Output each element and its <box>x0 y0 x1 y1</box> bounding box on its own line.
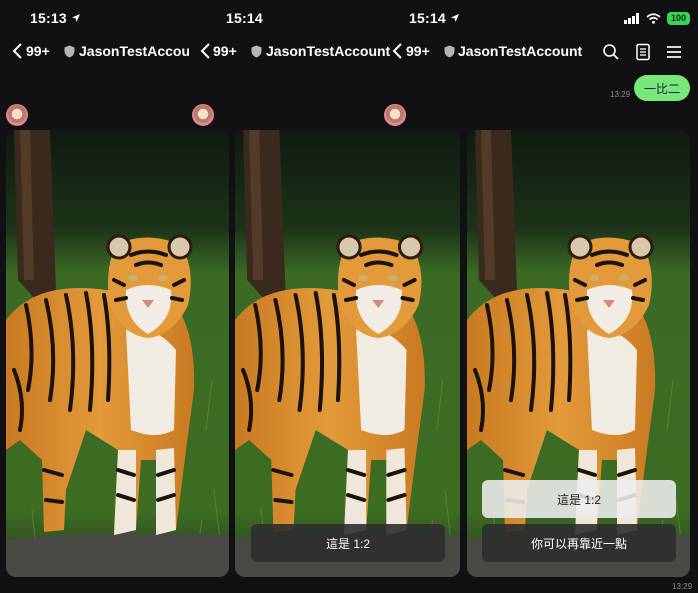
account-name[interactable]: JasonTestAccoun <box>79 43 189 59</box>
status-bar: 15:14 100 <box>409 0 698 36</box>
location-arrow-icon <box>71 13 81 23</box>
menu-icon[interactable] <box>665 43 683 61</box>
system-icons: 100 <box>623 12 690 25</box>
unread-count[interactable]: 99+ <box>26 43 50 59</box>
account-name[interactable]: JasonTestAccount <box>266 43 390 59</box>
chat-header: 99+ JasonTestAccount <box>392 36 698 68</box>
unread-count[interactable]: 99+ <box>213 43 237 59</box>
chevron-left-icon[interactable] <box>12 42 24 60</box>
caption-text: 這是 1:2 <box>325 536 371 551</box>
notes-icon[interactable] <box>634 43 652 61</box>
unread-count[interactable]: 99+ <box>406 43 430 59</box>
status-time: 15:14 <box>226 10 263 26</box>
chat-panel-2: 15:14 99+ JasonTestAccount 這是 1:2 <box>200 0 464 593</box>
chevron-left-icon[interactable] <box>200 42 212 60</box>
avatar[interactable] <box>192 104 214 126</box>
chat-panel-3: 15:14 100 99+ JasonTestAccount 13:29 一比二… <box>384 0 698 593</box>
caption-overlay: 你可以再靠近一點 <box>482 524 676 562</box>
avatar[interactable] <box>6 104 28 126</box>
shield-icon <box>64 45 75 58</box>
shield-icon <box>444 45 455 58</box>
location-arrow-icon <box>450 13 460 23</box>
sent-message-text: 一比二 <box>643 81 680 96</box>
chat-header: 99+ JasonTestAccoun <box>0 36 232 68</box>
chat-panel-1: 15:13 99+ JasonTestAccoun <box>0 0 232 593</box>
tiger-image[interactable] <box>235 130 460 577</box>
message-time: 13:29 <box>672 582 693 591</box>
signal-icon <box>623 13 639 24</box>
tiger-image[interactable] <box>6 130 229 577</box>
caption-text: 你可以再靠近一點 <box>530 536 627 551</box>
chevron-left-icon[interactable] <box>392 42 404 60</box>
wifi-icon <box>646 13 661 24</box>
search-icon[interactable] <box>602 43 620 61</box>
status-time-text: 15:14 <box>409 10 446 26</box>
caption-overlay: 這是 1:2 <box>251 524 445 562</box>
account-name[interactable]: JasonTestAccount <box>458 43 582 59</box>
status-time-text: 15:13 <box>30 10 67 26</box>
avatar[interactable] <box>384 104 406 126</box>
status-bar: 15:13 <box>0 0 232 36</box>
battery-indicator: 100 <box>666 12 690 25</box>
status-time: 15:14 <box>409 10 460 26</box>
sent-message-bubble[interactable]: 一比二 <box>634 75 690 101</box>
shield-icon <box>251 45 262 58</box>
status-time-text: 15:14 <box>226 10 263 26</box>
caption-overlay: 這是 1:2 <box>482 480 676 518</box>
status-time: 15:13 <box>30 10 81 26</box>
caption-text: 這是 1:2 <box>556 492 602 507</box>
message-time: 13:29 <box>610 90 631 99</box>
